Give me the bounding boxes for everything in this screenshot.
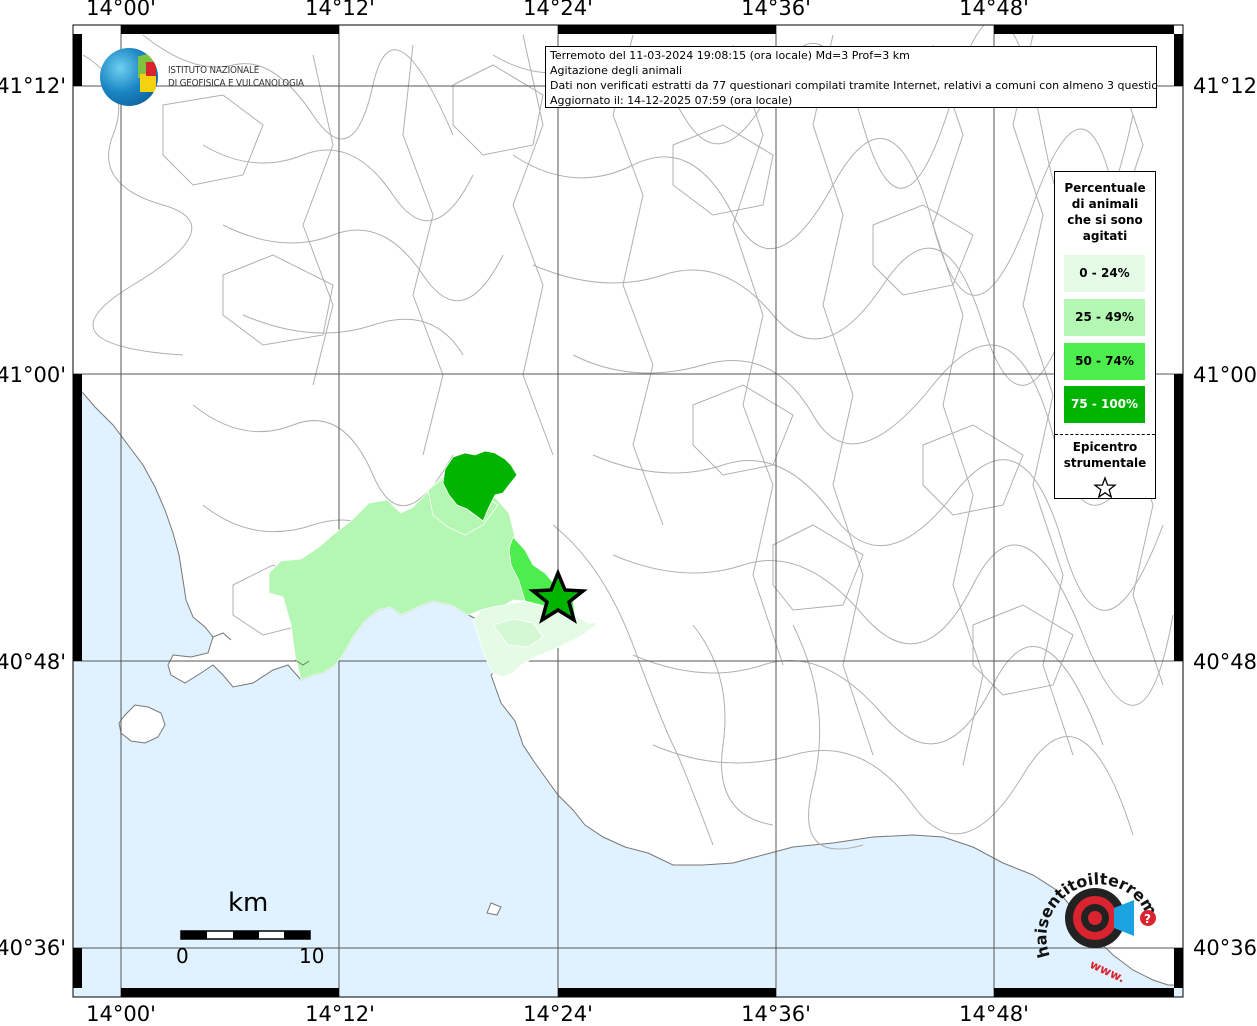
ingv-name-line2: DI GEOFISICA E VULCANOLOGIA [168,78,304,89]
legend-class-0-24: 0 - 24% [1064,255,1145,292]
legend-class-75-100: 75 - 100% [1064,386,1145,423]
star-icon [1093,476,1117,499]
legend-epicenter-label: Epicentro strumentale [1063,440,1147,470]
event-title: Terremoto del 11-03-2024 19:08:15 (ora l… [550,49,910,62]
ingv-name-line1: ISTITUTO NAZIONALE [168,65,260,76]
scale-end: 10 [299,944,325,968]
scale-unit: km [228,888,269,918]
ingv-name: ISTITUTO NAZIONALE DI GEOFISICA E VULCAN… [168,64,304,90]
scale-bar: km 0 10 [170,888,330,968]
legend-title: Percentuale di animali che si sono agita… [1064,181,1146,243]
event-updated: Aggiornato il: 14-12-2025 07:59 (ora loc… [550,94,793,107]
ingv-logo: ISTITUTO NAZIONALE DI GEOFISICA E VULCAN… [100,48,320,108]
legend-class-50-74: 50 - 74% [1064,343,1145,380]
event-note: Dati non verificati estratti da 77 quest… [550,79,1157,92]
globe-icon [100,48,158,106]
svg-text:www.: www. [1088,957,1128,985]
svg-text:?: ? [1144,912,1151,926]
event-subtitle: Agitazione degli animali [550,64,683,77]
legend: Percentuale di animali che si sono agita… [1054,171,1156,499]
legend-separator [1055,434,1155,435]
scale-start: 0 [176,944,189,968]
hsm-logo: haisentitoilterremoto.it ? www. [1030,856,1160,985]
scale-ruler [180,930,311,940]
event-info-box: Terremoto del 11-03-2024 19:08:15 (ora l… [545,46,1157,108]
legend-class-25-49: 25 - 49% [1064,299,1145,336]
